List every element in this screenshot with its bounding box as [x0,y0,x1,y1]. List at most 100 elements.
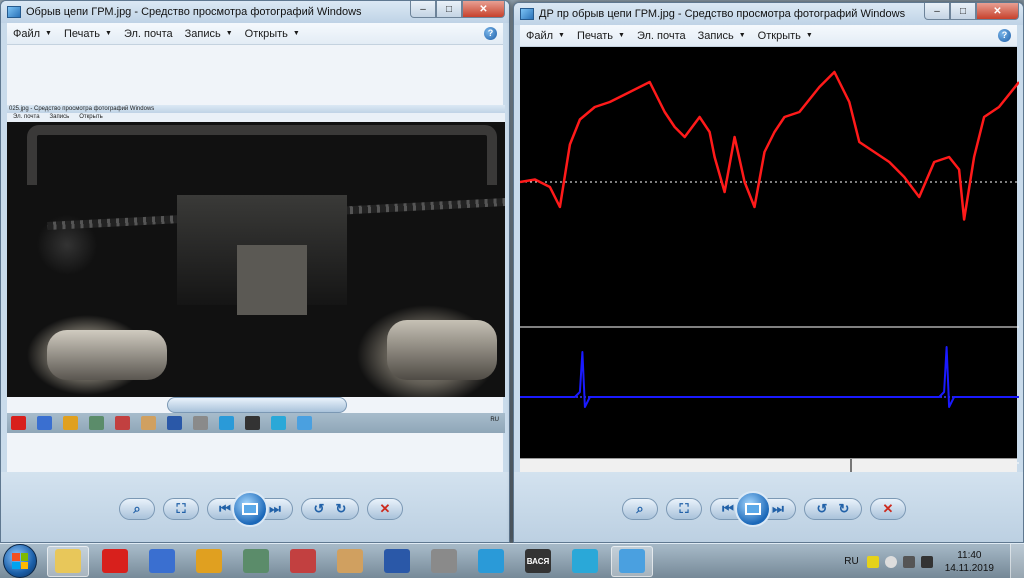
delete-button[interactable]: ✕ [877,500,899,518]
minimize-button[interactable]: – [410,1,436,18]
menu-print[interactable]: Печать ▼ [577,30,625,42]
slideshow-button[interactable] [232,491,268,527]
opera-icon [102,549,128,573]
taskbar: ВАСЯ RU 11:40 14.11.2019 [0,543,1024,578]
oscillogram-chart: 0.2503610.3503610.4503610.55036 [520,70,1019,472]
oscilloscope-icon [384,549,410,573]
tray-app-icon[interactable] [866,555,879,568]
slideshow-button[interactable] [735,491,771,527]
close-button[interactable]: ✕ [462,1,505,18]
rotate-right-button[interactable]: ↻ [833,500,855,518]
series-line-1 [520,70,1019,221]
actual-size-button[interactable]: ⛶ [170,500,192,518]
taskbar-item-app4[interactable] [188,546,230,577]
app6-icon [290,549,316,573]
app3-icon [149,549,175,573]
start-button[interactable] [3,544,37,578]
rotate-left-button[interactable]: ↺ [308,500,330,518]
minimize-button[interactable]: – [924,3,950,20]
inner-screenshot-controls [167,397,347,413]
taskbar-item-photo-viewer[interactable] [611,545,653,577]
taskbar-item-app3[interactable] [141,546,183,577]
oscillogram-image: 0.2503610.3503610.4503610.55036 [520,47,1019,473]
menu-bar: Файл ▼ Печать ▼ Эл. почта Запись ▼ Открыть ▼… [520,25,1017,47]
delete-button[interactable]: ✕ [374,500,396,518]
volume-icon[interactable] [884,555,897,568]
system-tray: RU 11:40 14.11.2019 [844,544,994,578]
taskbar-item-app7[interactable] [329,546,371,577]
app5-icon [243,549,269,573]
taskbar-item-app5[interactable] [235,546,277,577]
network-icon[interactable] [920,555,933,568]
photo-viewer-icon [619,549,645,573]
menu-burn[interactable]: Запись ▼ [185,28,233,40]
horizontal-scrollbar[interactable] [520,458,1017,473]
window-title: ДР пр обрыв цепи ГРМ.jpg - Средство прос… [539,8,906,20]
maximize-button[interactable]: □ [436,1,462,18]
chevron-down-icon: ▼ [45,30,52,37]
taskbar-item-app9[interactable] [423,546,465,577]
vasya-icon: ВАСЯ [525,549,551,573]
chevron-down-icon: ▼ [805,32,813,39]
help-icon[interactable]: ? [998,29,1011,42]
scrollbar-thumb[interactable] [850,459,852,473]
taskbar-item-opera[interactable] [94,546,136,577]
taskbar-item-app12[interactable] [564,546,606,577]
menu-file[interactable]: Файл ▼ [526,30,565,42]
clock[interactable]: 11:40 14.11.2019 [945,549,994,575]
flag-icon[interactable] [902,555,915,568]
photo-viewer-icon [520,8,534,20]
menu-print[interactable]: Печать ▼ [64,28,112,40]
engine-photo [7,105,505,397]
chevron-down-icon: ▼ [292,30,300,37]
windows-logo-icon [12,553,28,569]
app9-icon [431,549,457,573]
menu-open[interactable]: Открыть ▼ [245,28,300,40]
chevron-down-icon: ▼ [738,32,746,39]
series-line-2 [520,346,1019,408]
app7-icon [337,549,363,573]
slideshow-icon [745,503,761,515]
inner-screenshot-menu: Эл. почта Запись Открыть [7,113,505,122]
language-indicator[interactable]: RU [844,556,858,567]
menu-bar: Файл ▼ Печать ▼ Эл. почта Запись ▼ Открыть ▼… [7,23,503,45]
menu-email[interactable]: Эл. почта [637,30,686,42]
taskbar-item-vasya[interactable]: ВАСЯ [517,546,559,577]
chevron-down-icon: ▼ [225,30,233,37]
title-bar[interactable]: Обрыв цепи ГРМ.jpg - Средство просмотра … [1,1,509,23]
chevron-down-icon: ▼ [558,32,565,39]
rotate-right-button[interactable]: ↻ [330,500,352,518]
inner-screenshot-title: 025.jpg - Средство просмотра фотографий … [7,105,505,113]
taskbar-item-app6[interactable] [282,546,324,577]
zoom-button[interactable]: ⌕ [629,500,651,518]
photo-viewer-icon [7,6,21,18]
maximize-button[interactable]: □ [950,3,976,20]
chevron-down-icon: ▼ [618,32,625,39]
inner-screenshot-taskbar: RU [7,413,505,433]
menu-file[interactable]: Файл ▼ [13,28,52,40]
explorer-icon [55,549,81,573]
show-desktop-button[interactable] [1010,544,1024,578]
chevron-down-icon: ▼ [105,30,112,37]
app10-icon [478,549,504,573]
menu-open[interactable]: Открыть ▼ [758,30,813,42]
app12-icon [572,549,598,573]
app4-icon [196,549,222,573]
taskbar-item-explorer[interactable] [47,545,89,577]
viewer-controls-bar: ⌕ ⛶ ⏮ ⏭ ↺ ↻ ✕ [1,472,509,542]
photo-viewer-window-left: Обрыв цепи ГРМ.jpg - Средство просмотра … [0,0,510,543]
taskbar-item-app10[interactable] [470,546,512,577]
actual-size-button[interactable]: ⛶ [673,500,695,518]
title-bar[interactable]: ДР пр обрыв цепи ГРМ.jpg - Средство прос… [514,3,1023,25]
photo-viewer-window-right: ДР пр обрыв цепи ГРМ.jpg - Средство прос… [513,2,1024,543]
menu-burn[interactable]: Запись ▼ [698,30,746,42]
window-title: Обрыв цепи ГРМ.jpg - Средство просмотра … [26,6,362,18]
rotate-left-button[interactable]: ↺ [811,500,833,518]
taskbar-items: ВАСЯ [47,545,658,577]
taskbar-item-oscilloscope[interactable] [376,546,418,577]
viewer-controls-bar: ⌕ ⛶ ⏮ ⏭ ↺ ↻ ✕ [514,472,1023,542]
help-icon[interactable]: ? [484,27,497,40]
menu-email[interactable]: Эл. почта [124,28,173,40]
zoom-button[interactable]: ⌕ [126,500,148,518]
close-button[interactable]: ✕ [976,3,1019,20]
